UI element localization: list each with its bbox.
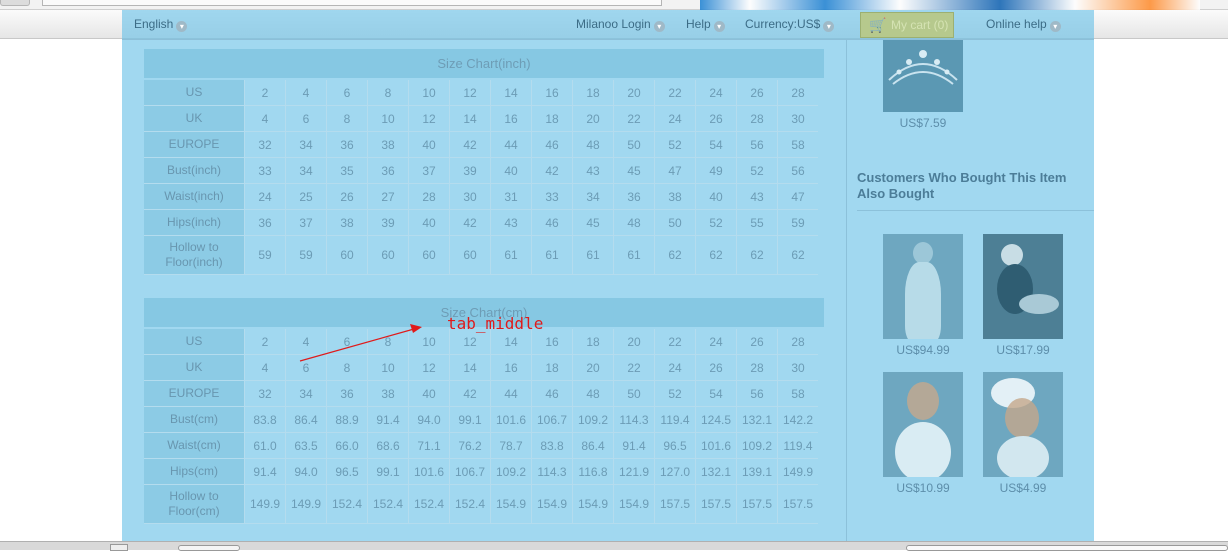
annotation-label: tab_middle (447, 314, 544, 333)
annotation-arrow (299, 324, 422, 362)
status-scrollbar[interactable] (906, 545, 1228, 551)
status-field[interactable] (178, 545, 240, 551)
browser-status-bar (0, 541, 1228, 551)
